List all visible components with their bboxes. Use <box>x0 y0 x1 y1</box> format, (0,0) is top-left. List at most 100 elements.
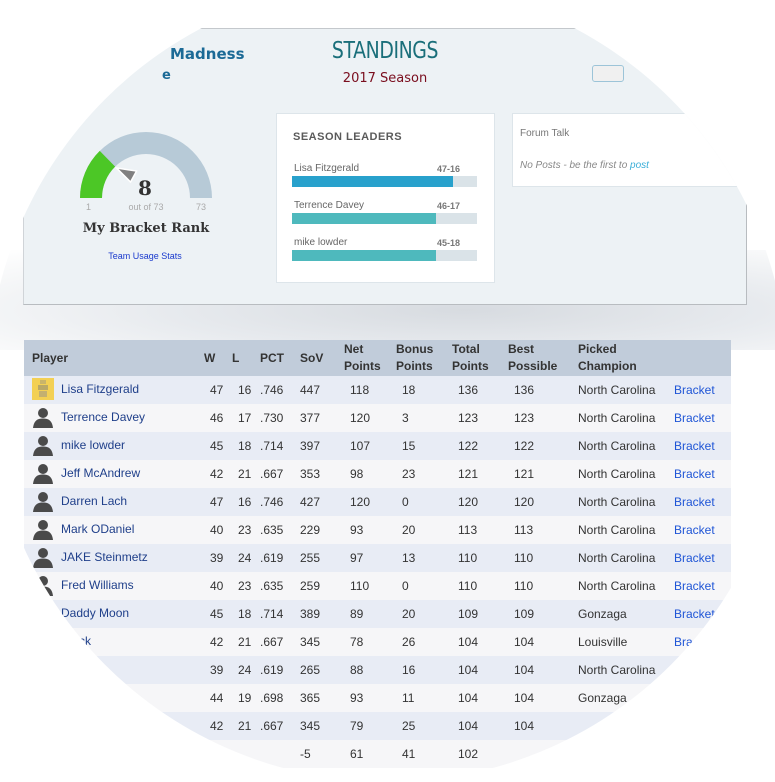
sov-value: 389 <box>300 607 321 621</box>
forum-empty-text: No Posts - be the first to <box>520 160 631 171</box>
pct-value: .619 <box>260 663 284 677</box>
col-total-points[interactable]: Total Points <box>452 340 508 376</box>
w-value: 39 <box>210 663 224 677</box>
avatar-silhouette-icon[interactable] <box>32 658 54 680</box>
sov-value: 345 <box>300 635 321 649</box>
avatar-silhouette-icon[interactable] <box>32 406 54 428</box>
col-l[interactable]: L <box>232 340 260 376</box>
w-cell: 40 <box>204 572 232 600</box>
col-net-points[interactable]: Net Points <box>344 340 396 376</box>
net-points-cell: 78 <box>344 628 396 656</box>
bracket-link[interactable]: Bracket <box>674 635 715 649</box>
best-possible-value: 104 <box>514 719 535 733</box>
l-value: 16 <box>238 383 252 397</box>
player-link[interactable]: mike lowder <box>61 438 125 452</box>
total-points-value: 123 <box>458 411 479 425</box>
col-w[interactable]: W <box>204 340 232 376</box>
bracket-link[interactable]: Bracket <box>674 467 715 481</box>
total-points-cell: 120 <box>452 488 508 516</box>
bracket-link[interactable]: Bracket <box>674 579 715 593</box>
player-link[interactable]: Darren Lach <box>61 494 127 508</box>
pct-value: .746 <box>260 495 284 509</box>
pct-cell: .635 <box>260 516 300 544</box>
avatar-silhouette-icon[interactable] <box>32 630 54 652</box>
bracket-link[interactable]: Bracket <box>674 663 715 677</box>
player-link[interactable]: Terrence Davey <box>61 410 145 424</box>
player-link[interactable]: Daddy Moon <box>61 606 129 620</box>
bracket-link[interactable]: Bracket <box>674 411 715 425</box>
sov-value: 447 <box>300 383 321 397</box>
bracket-link[interactable]: Bracket <box>674 607 715 621</box>
pct-value: .635 <box>260 579 284 593</box>
w-value: 47 <box>210 383 224 397</box>
avatar-silhouette-icon[interactable] <box>32 518 54 540</box>
col-best-possible[interactable]: Best Possible <box>508 340 578 376</box>
bracket-link[interactable]: Bracket <box>674 495 715 509</box>
l-cell: 18 <box>232 600 260 628</box>
avatar-silhouette-icon[interactable] <box>32 434 54 456</box>
avatar-image[interactable] <box>32 378 54 400</box>
bonus-points-cell: 20 <box>396 600 452 628</box>
table-row: JAKE Steinmetz 39 24 .619 255 97 13 110 110 North… <box>24 544 731 572</box>
header-button[interactable] <box>592 65 624 82</box>
bracket-link[interactable]: Bracket <box>674 523 715 537</box>
site-brand-subtitle[interactable]: e <box>162 68 171 83</box>
player-link[interactable]: Lisa Fitzgerald <box>61 382 139 396</box>
site-brand[interactable]: Madness <box>170 45 245 63</box>
player-link[interactable]: JAKE Steinmetz <box>61 550 148 564</box>
leader-item[interactable]: Lisa Fitzgerald 47-16 <box>292 163 477 193</box>
bonus-points-cell: 41 <box>396 740 452 768</box>
w-value: 42 <box>210 635 224 649</box>
bracket-link[interactable]: Bracket <box>674 439 715 453</box>
forum-post-link[interactable]: post <box>630 160 649 171</box>
w-cell: 42 <box>204 628 232 656</box>
player-link[interactable]: Fred Williams <box>61 578 134 592</box>
w-value: 40 <box>210 579 224 593</box>
best-possible-cell: 122 <box>508 432 578 460</box>
col-picked-champion[interactable]: Picked Champion <box>578 340 674 376</box>
avatar-silhouette-icon[interactable] <box>32 714 54 736</box>
team-usage-stats-link[interactable]: Team Usage Stats <box>80 251 210 261</box>
bracket-link[interactable]: Bracket <box>674 551 715 565</box>
best-possible-cell: 113 <box>508 516 578 544</box>
sov-cell: 265 <box>300 656 344 684</box>
bracket-link[interactable]: Bracket <box>674 691 715 705</box>
pct-value: .619 <box>260 551 284 565</box>
avatar-silhouette-icon[interactable] <box>32 742 54 764</box>
avatar-silhouette-icon[interactable] <box>32 686 54 708</box>
player-link[interactable]: Jeff McAndrew <box>61 466 140 480</box>
w-value: 47 <box>210 495 224 509</box>
avatar-silhouette-icon[interactable] <box>32 546 54 568</box>
w-cell: 45 <box>204 432 232 460</box>
col-pct[interactable]: PCT <box>260 340 300 376</box>
col-sov[interactable]: SoV <box>300 340 344 376</box>
bonus-points-cell: 15 <box>396 432 452 460</box>
bonus-points-cell: 20 <box>396 516 452 544</box>
sov-value: 397 <box>300 439 321 453</box>
leader-bar-fill <box>292 213 437 224</box>
w-value: 39 <box>210 551 224 565</box>
total-points-cell: 109 <box>452 600 508 628</box>
avatar-silhouette-icon[interactable] <box>32 602 54 624</box>
avatar-silhouette-icon[interactable] <box>32 462 54 484</box>
leader-item[interactable]: mike lowder 45-18 <box>292 237 477 267</box>
col-player[interactable]: Player <box>24 340 204 376</box>
net-points-cell: 79 <box>344 712 396 740</box>
net-points-value: 89 <box>350 607 364 621</box>
player-link[interactable]: Mark ODaniel <box>61 522 134 536</box>
net-points-cell: 98 <box>344 460 396 488</box>
bracket-cell: Bracket <box>674 432 731 460</box>
bracket-link[interactable]: Bracket <box>674 383 715 397</box>
pct-value: .635 <box>260 523 284 537</box>
col-bonus-points[interactable]: Bonus Points <box>396 340 452 376</box>
avatar-silhouette-icon[interactable] <box>32 490 54 512</box>
leader-item[interactable]: Terrence Davey 46-17 <box>292 200 477 230</box>
bracket-cell: Bracket <box>674 404 731 432</box>
bonus-points-value: 16 <box>402 663 416 677</box>
l-cell: 23 <box>232 516 260 544</box>
sov-cell: 255 <box>300 544 344 572</box>
player-link[interactable]: Chick <box>61 634 91 648</box>
avatar-silhouette-icon[interactable] <box>32 574 54 596</box>
l-value: 23 <box>238 523 252 537</box>
table-row: Terrence Davey 46 17 .730 377 120 3 123 123 North… <box>24 404 731 432</box>
